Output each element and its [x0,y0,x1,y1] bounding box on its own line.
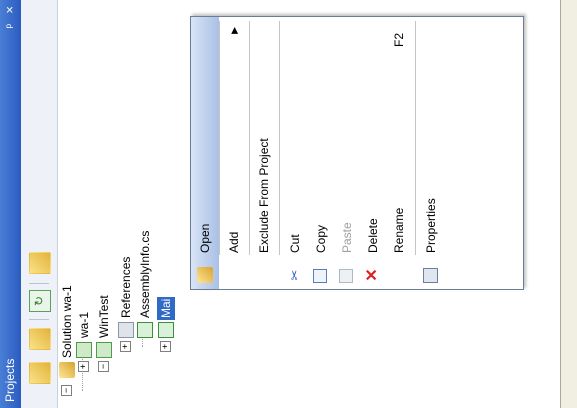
menu-item-cut[interactable]: ✂ Cut [283,17,307,289]
paste-icon [339,269,353,283]
tree-item-assemblyinfo[interactable]: AssemblyInfo.cs [136,231,154,318]
menu-item-exclude[interactable]: Exclude From Project [252,17,276,289]
menu-item-paste[interactable]: Paste [335,17,359,289]
project-icon [76,342,92,358]
menu-item-label: Paste [340,222,354,253]
tree-item-project[interactable]: wa-1 [75,312,93,338]
menu-item-label: Properties [424,198,438,253]
delete-icon: ✕ [364,268,381,282]
menu-item-add[interactable]: Add ▶ [222,17,246,289]
menu-item-open[interactable]: Open [193,17,217,289]
menu-separator [415,21,416,255]
pin-icon[interactable]: ᵖ [3,24,17,29]
projects-panel: Projects ᵖ × ↻ − Solution wa-1 + wa-1 − … [0,0,200,408]
solution-tree: − Solution wa-1 + wa-1 − WinTest + Refer… [57,0,200,408]
context-menu: Open Add ▶ Exclude From Project ✂ Cut Co… [190,16,524,290]
tree-item-selected[interactable]: Mai [157,296,175,320]
menu-item-rename[interactable]: Rename F2 [387,17,411,289]
menu-separator [249,21,250,255]
properties-toolbar-icon[interactable] [29,362,51,384]
solution-icon [59,362,75,378]
show-all-files-icon[interactable] [29,328,51,350]
menu-item-label: Rename [392,207,406,253]
tree-item-references[interactable]: References [117,257,135,318]
collapse-wintest-icon[interactable]: − [98,361,109,372]
open-folder-icon[interactable] [29,252,51,274]
menu-item-delete[interactable]: ✕ Delete [361,17,385,289]
copy-icon [313,269,327,283]
tree-item-wintest-label: WinTest [97,295,111,338]
menu-item-copy[interactable]: Copy [309,17,333,289]
tree-item-solution-label: Solution wa-1 [60,285,74,358]
menu-item-label: Exclude From Project [257,138,271,253]
tree-item-wintest[interactable]: WinTest [95,295,113,338]
tree-item-references-label: References [119,256,133,318]
refresh-icon[interactable]: ↻ [29,290,51,312]
panel-title: Projects [3,358,17,402]
menu-item-shortcut: F2 [392,33,406,48]
panel-title-bar: Projects ᵖ × [0,0,21,408]
csharp-file-icon [137,322,153,338]
references-icon [118,322,134,338]
expand-project-icon[interactable]: + [78,361,89,372]
menu-separator [279,21,280,255]
expand-main-icon[interactable]: + [160,341,171,352]
menu-item-label: Delete [366,218,380,253]
expand-references-icon[interactable]: + [120,341,131,352]
project-icon [96,342,112,358]
menu-item-label: Open [198,223,212,253]
rotated-stage: Projects ᵖ × ↻ − Solution wa-1 + wa-1 − … [0,0,577,408]
editor-strip [560,0,577,408]
tree-item-project-label: wa-1 [77,311,91,338]
close-icon[interactable]: × [2,6,17,14]
menu-item-label: Cut [288,234,302,253]
scissors-icon: ✂ [287,269,302,281]
toolbar-separator [29,319,49,320]
properties-icon [423,268,438,283]
panel-toolbar: ↻ [21,0,58,408]
menu-separator [219,21,220,255]
collapse-solution-icon[interactable]: − [61,385,72,396]
menu-item-label: Copy [314,224,328,253]
folder-icon [197,267,213,283]
submenu-arrow-icon: ▶ [229,27,239,34]
csharp-file-icon [158,322,174,338]
tree-connector [142,337,143,347]
toolbar-separator [29,283,49,284]
tree-item-assemblyinfo-label: AssemblyInfo.cs [138,230,152,318]
tree-item-selected-label: Mai [159,298,173,318]
tree-item-solution[interactable]: Solution wa-1 [58,285,76,358]
menu-item-label: Add [227,231,241,253]
menu-item-properties[interactable]: Properties [419,17,443,289]
